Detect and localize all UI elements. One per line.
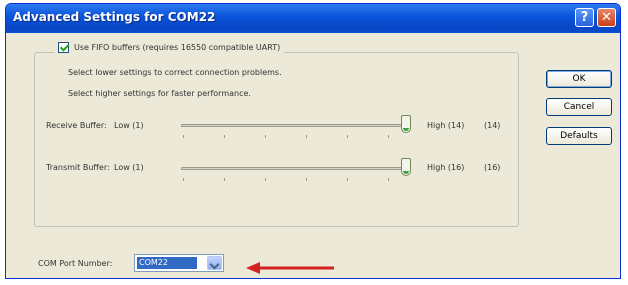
receive-high-label: High (14) <box>427 121 465 130</box>
red-arrow-annotation <box>246 262 334 274</box>
transmit-slider-track[interactable] <box>181 167 411 170</box>
fifo-checkbox-row[interactable]: Use FIFO buffers (requires 16550 compati… <box>54 42 285 53</box>
defaults-button[interactable]: Defaults <box>546 127 612 145</box>
receive-buffer-label: Receive Buffer: <box>46 121 107 130</box>
receive-value-label: (14) <box>484 121 501 130</box>
transmit-tick <box>306 178 307 181</box>
receive-low-label: Low (1) <box>114 121 144 130</box>
title-bar[interactable]: Advanced Settings for COM22 ? ✕ <box>6 4 620 33</box>
transmit-tick <box>224 178 225 181</box>
receive-tick <box>306 135 307 138</box>
hint-lower: Select lower settings to correct connect… <box>68 68 282 77</box>
transmit-high-label: High (16) <box>427 163 465 172</box>
transmit-tick <box>265 178 266 181</box>
help-button[interactable]: ? <box>575 8 594 27</box>
com-port-value[interactable]: COM22 <box>137 257 197 269</box>
transmit-tick <box>388 178 389 181</box>
transmit-tick <box>347 178 348 181</box>
fifo-checkbox[interactable] <box>58 42 69 53</box>
receive-slider-thumb[interactable] <box>401 115 411 133</box>
receive-tick <box>388 135 389 138</box>
receive-slider-track[interactable] <box>181 124 411 127</box>
advanced-settings-dialog: Advanced Settings for COM22 ? ✕ Use FIFO… <box>5 3 621 279</box>
transmit-value-label: (16) <box>484 163 501 172</box>
transmit-buffer-label: Transmit Buffer: <box>46 163 110 172</box>
hint-higher: Select higher settings for faster perfor… <box>68 89 251 98</box>
window-title: Advanced Settings for COM22 <box>13 10 216 24</box>
ok-button[interactable]: OK <box>546 70 612 88</box>
cancel-button[interactable]: Cancel <box>546 98 612 116</box>
receive-tick <box>183 135 184 138</box>
receive-tick <box>224 135 225 138</box>
receive-tick <box>347 135 348 138</box>
receive-tick <box>265 135 266 138</box>
close-button[interactable]: ✕ <box>597 8 616 27</box>
transmit-tick <box>183 178 184 181</box>
com-port-label: COM Port Number: <box>38 259 113 268</box>
chevron-down-icon[interactable] <box>207 256 222 270</box>
com-port-select[interactable]: COM22 <box>134 254 224 272</box>
arrow-head <box>246 262 260 274</box>
fifo-groupbox <box>34 52 519 227</box>
fifo-label[interactable]: Use FIFO buffers (requires 16550 compati… <box>74 43 280 52</box>
transmit-slider-thumb[interactable] <box>401 158 411 176</box>
transmit-low-label: Low (1) <box>114 163 144 172</box>
